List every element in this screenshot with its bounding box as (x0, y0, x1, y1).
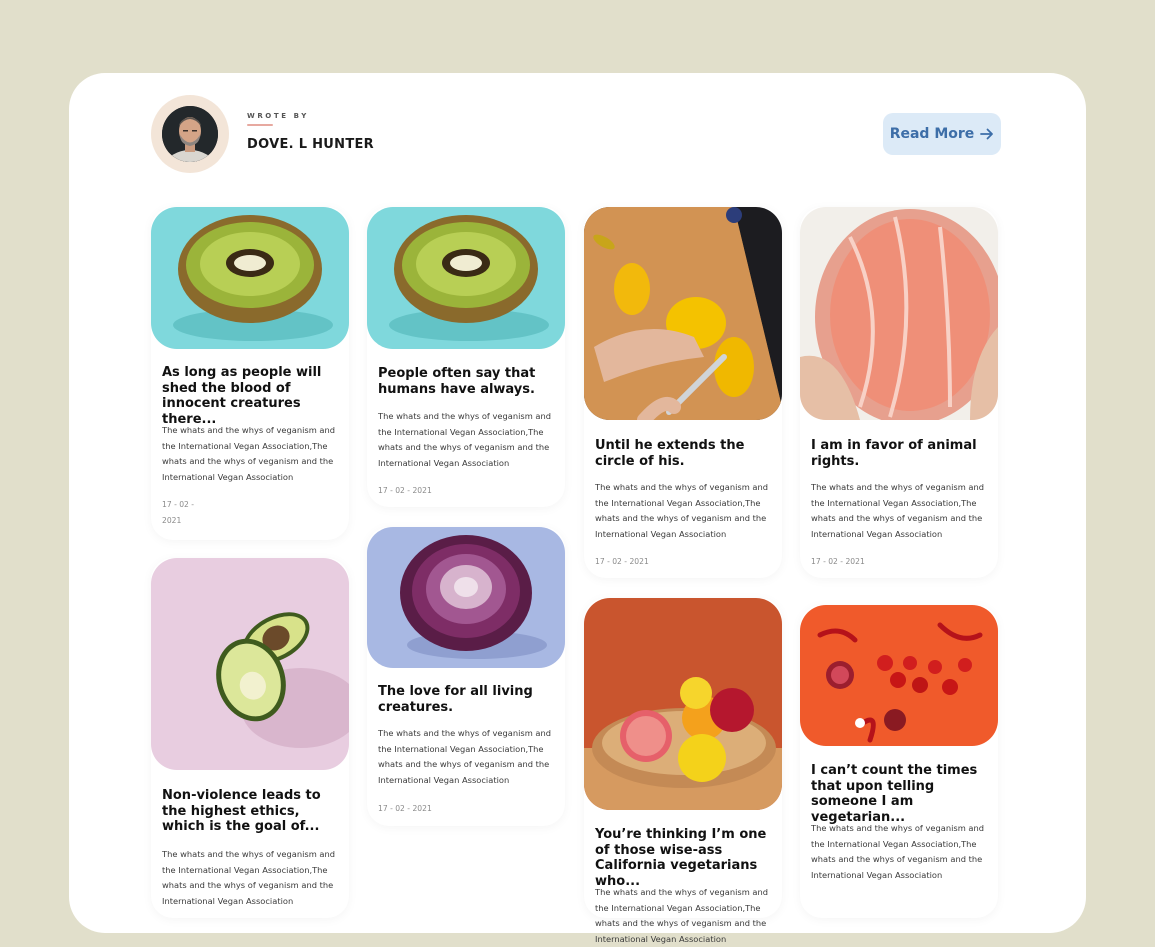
label-underline (247, 124, 273, 126)
article-date: 17 - 02 - 2021 (811, 557, 865, 566)
article-date: 17 - 02 - 2021 (378, 486, 432, 495)
kiwi-image (151, 207, 349, 349)
arrow-right-icon (980, 128, 994, 140)
article-excerpt: The whats and the whys of veganism and t… (378, 728, 552, 785)
article-excerpt: The whats and the whys of veganism and t… (595, 887, 769, 944)
read-more-button[interactable]: Read More (883, 113, 1001, 155)
article-card[interactable]: Non-violence leads to the highest ethics… (151, 558, 349, 918)
fruit-bowl-image (584, 598, 782, 810)
author-avatar-ring (151, 95, 229, 173)
article-card[interactable]: The love for all living creatures. The w… (367, 527, 565, 826)
article-title[interactable]: The love for all living creatures. (378, 684, 555, 715)
article-excerpt: The whats and the whys of veganism and t… (162, 425, 336, 482)
article-date: 17 - 02 - 2021 (595, 557, 649, 566)
article-title[interactable]: Until he extends the circle of his. (595, 438, 772, 469)
avatar[interactable] (162, 106, 218, 162)
avocado-image (151, 558, 349, 770)
article-excerpt: The whats and the whys of veganism and t… (811, 482, 985, 539)
article-title[interactable]: I am in favor of animal rights. (811, 438, 988, 469)
article-excerpt: The whats and the whys of veganism and t… (378, 411, 552, 468)
article-excerpt: The whats and the whys of veganism and t… (162, 849, 336, 906)
grapefruit-image (800, 207, 998, 420)
article-card[interactable]: Until he extends the circle of his. The … (584, 207, 782, 578)
article-title[interactable]: People often say that humans have always… (378, 366, 555, 397)
article-card[interactable]: I can’t count the times that upon tellin… (800, 605, 998, 918)
article-date: 17 - 02 - 2021 (378, 804, 432, 813)
article-date: 17 - 02 - 2021 (162, 500, 195, 525)
article-title[interactable]: Non-violence leads to the highest ethics… (162, 788, 339, 835)
wrote-by-label: WROTE BY (247, 112, 309, 120)
read-more-label: Read More (889, 126, 975, 142)
article-card[interactable]: I am in favor of animal rights. The what… (800, 207, 998, 578)
kiwi-image (367, 207, 565, 349)
article-excerpt: The whats and the whys of veganism and t… (811, 823, 985, 880)
article-title[interactable]: As long as people will shed the blood of… (162, 365, 339, 427)
article-title[interactable]: You’re thinking I’m one of those wise-as… (595, 827, 772, 889)
mango-cutting-image (584, 207, 782, 420)
article-card[interactable]: People often say that humans have always… (367, 207, 565, 507)
article-card[interactable]: You’re thinking I’m one of those wise-as… (584, 598, 782, 944)
red-vegetables-image (800, 605, 998, 746)
article-card[interactable]: As long as people will shed the blood of… (151, 207, 349, 540)
red-cabbage-image (367, 527, 565, 668)
article-title[interactable]: I can’t count the times that upon tellin… (811, 763, 988, 825)
author-name[interactable]: DOVE. L HUNTER (247, 137, 374, 152)
article-excerpt: The whats and the whys of veganism and t… (595, 482, 769, 539)
